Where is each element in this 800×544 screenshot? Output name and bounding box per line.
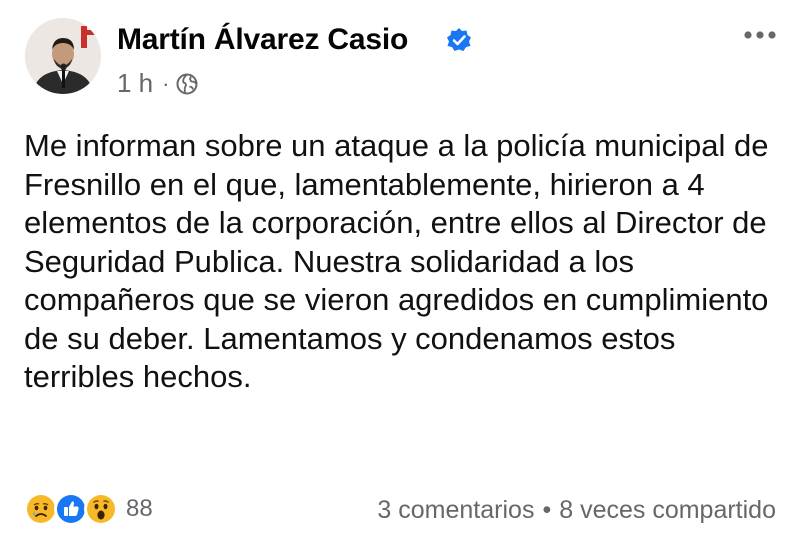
- sad-reaction-icon: [24, 492, 58, 526]
- reactions-summary[interactable]: 88: [24, 492, 153, 526]
- verified-badge-icon: [447, 28, 471, 51]
- author-avatar[interactable]: [25, 18, 101, 94]
- engagement-summary: 3 comentarios • 8 veces compartido: [377, 496, 776, 525]
- facebook-post: Martín Álvarez Casio 1 h · Me informan s…: [0, 0, 800, 544]
- author-name[interactable]: Martín Álvarez Casio: [117, 23, 408, 57]
- shares-link[interactable]: 8 veces compartido: [559, 496, 776, 524]
- post-meta: 1 h ·: [117, 68, 198, 99]
- more-options-icon[interactable]: [742, 28, 778, 42]
- reaction-count: 88: [126, 495, 153, 522]
- meta-separator: ·: [162, 70, 170, 96]
- globe-icon: [176, 73, 198, 94]
- post-text: Me informan sobre un ataque a la policía…: [24, 128, 769, 394]
- avatar-photo: [25, 18, 101, 94]
- comments-link[interactable]: 3 comentarios: [377, 496, 534, 524]
- like-reaction-icon: [54, 492, 88, 526]
- footer-separator: •: [542, 496, 552, 524]
- wow-reaction-icon: [84, 492, 118, 526]
- post-time[interactable]: 1 h: [117, 68, 153, 99]
